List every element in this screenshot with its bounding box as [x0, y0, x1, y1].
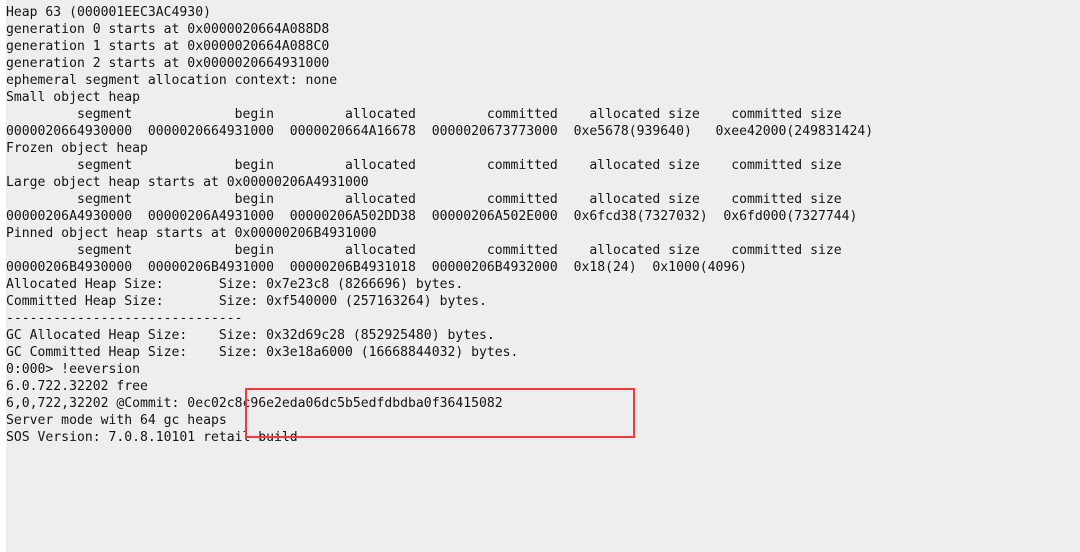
output-line-separator: ------------------------------ [6, 311, 243, 326]
output-line-poh-row: 00000206B4930000 00000206B4931000 000002… [6, 260, 748, 275]
output-line: generation 2 starts at 0x000002066493100… [6, 56, 330, 71]
output-line-gc-allocated-heap-size: GC Allocated Heap Size: Size: 0x32d69c28… [6, 328, 495, 343]
output-line-committed-heap-size: Committed Heap Size: Size: 0xf540000 (25… [6, 294, 487, 309]
output-line-gc-mode: Server mode with 64 gc heaps [6, 413, 227, 428]
console-output-text[interactable]: Heap 63 (000001EEC3AC4930) generation 0 s… [6, 4, 1080, 446]
output-line-foh-header: segment begin allocated committed alloca… [6, 158, 842, 173]
output-line-soh-header: segment begin allocated committed alloca… [6, 107, 842, 122]
output-line-loh-header: segment begin allocated committed alloca… [6, 192, 842, 207]
output-line-allocated-heap-size: Allocated Heap Size: Size: 0x7e23c8 (826… [6, 277, 464, 292]
output-line-loh-row: 00000206A4930000 00000206A4931000 000002… [6, 209, 858, 224]
output-line-foh-title: Frozen object heap [6, 141, 148, 156]
output-line-loh-title: Large object heap starts at 0x00000206A4… [6, 175, 369, 190]
output-line-runtime-version: 6.0.722.32202 free [6, 379, 148, 394]
output-line-sos-version: SOS Version: 7.0.8.10101 retail build [6, 430, 298, 445]
output-line: generation 1 starts at 0x0000020664A088C… [6, 39, 330, 54]
debugger-console-surface: Heap 63 (000001EEC3AC4930) generation 0 s… [0, 0, 1080, 552]
output-line: Heap 63 (000001EEC3AC4930) [6, 5, 211, 20]
output-line-poh-title: Pinned object heap starts at 0x00000206B… [6, 226, 377, 241]
output-line-commit-hash: 6,0,722,32202 @Commit: 0ec02c8c96e2eda06… [6, 396, 503, 411]
output-line-soh-title: Small object heap [6, 90, 141, 105]
output-line-eeversion-command: 0:000> !eeversion [6, 362, 141, 377]
output-line-soh-row: 0000020664930000 0000020664931000 000002… [6, 124, 874, 139]
output-line: generation 0 starts at 0x0000020664A088D… [6, 22, 330, 37]
output-line: ephemeral segment allocation context: no… [6, 73, 338, 88]
output-line-poh-header: segment begin allocated committed alloca… [6, 243, 842, 258]
output-line-gc-committed-heap-size: GC Committed Heap Size: Size: 0x3e18a600… [6, 345, 519, 360]
